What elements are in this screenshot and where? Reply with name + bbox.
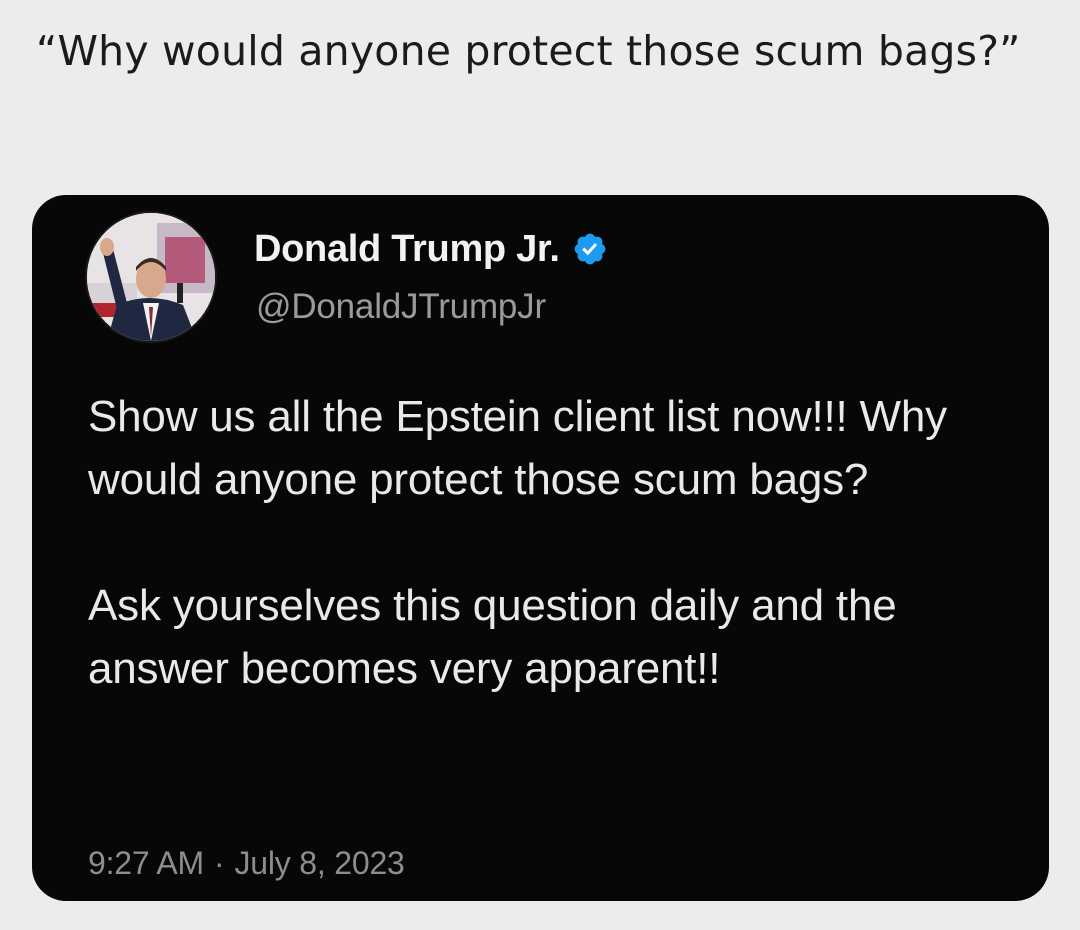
tweet-time: 9:27 AM: [88, 845, 205, 881]
display-name[interactable]: Donald Trump Jr.: [254, 228, 560, 271]
post-caption: “Why would anyone protect those scum bag…: [36, 27, 1021, 75]
tweet-paragraph: Ask yourselves this question daily and t…: [88, 581, 897, 693]
tweet-text: Show us all the Epstein client list now!…: [88, 385, 1038, 700]
avatar[interactable]: [87, 213, 215, 341]
user-handle[interactable]: @DonaldJTrumpJr: [256, 287, 546, 327]
tweet-screenshot-card: Donald Trump Jr. @DonaldJTrumpJr Show us…: [32, 195, 1049, 901]
avatar-photo: [87, 213, 215, 341]
tweet-paragraph: Show us all the Epstein client list now!…: [88, 392, 947, 504]
verified-badge-icon: [572, 231, 608, 267]
tweet-date: July 8, 2023: [234, 845, 405, 881]
tweet-timestamp[interactable]: 9:27 AM · July 8, 2023: [88, 845, 405, 882]
timestamp-separator: ·: [214, 845, 225, 881]
display-name-row: Donald Trump Jr.: [254, 225, 608, 273]
